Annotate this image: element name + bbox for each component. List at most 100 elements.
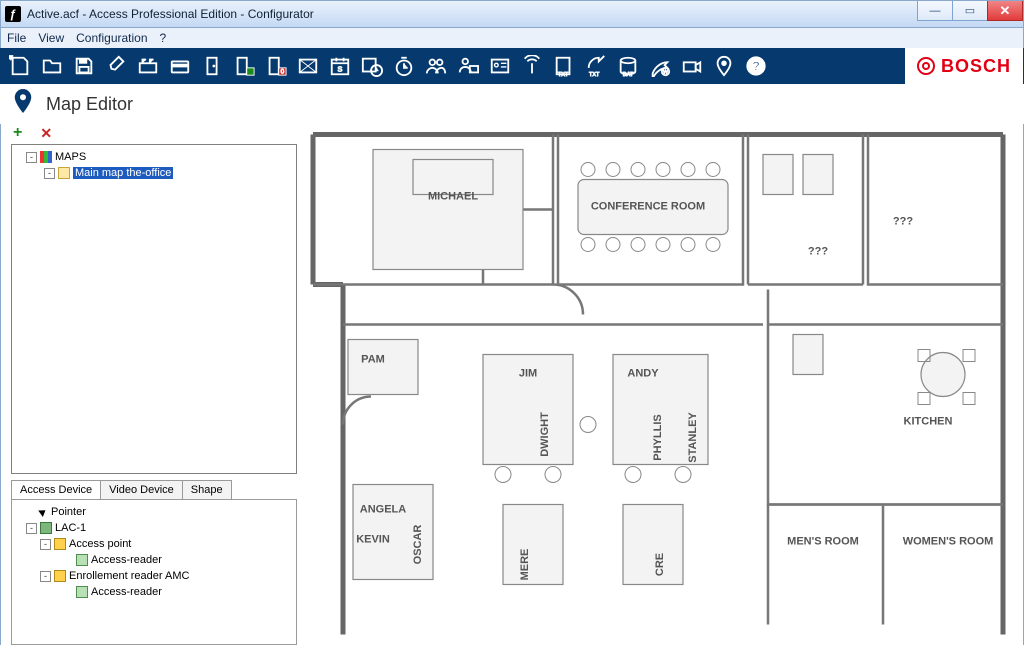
- tree-row[interactable]: - Access point: [14, 536, 294, 552]
- label-q2: ???: [808, 246, 828, 258]
- svg-text:DAT: DAT: [623, 72, 634, 77]
- hardware-icon[interactable]: [133, 51, 163, 81]
- window-controls: — ▭ ✕: [918, 1, 1023, 21]
- label-mens: MEN'S ROOM: [787, 536, 859, 548]
- tree-row[interactable]: - MAPS: [14, 149, 294, 165]
- write-icon[interactable]: W: [645, 51, 675, 81]
- calendar-clock-icon[interactable]: [357, 51, 387, 81]
- door-node-icon: [54, 538, 66, 550]
- tree-row[interactable]: - Enrollement reader AMC: [14, 568, 294, 584]
- door-icon[interactable]: [197, 51, 227, 81]
- menu-help[interactable]: ?: [160, 31, 167, 45]
- menu-file[interactable]: File: [7, 31, 26, 45]
- open-icon[interactable]: [37, 51, 67, 81]
- tree-row[interactable]: Access-reader: [14, 552, 294, 568]
- database-icon[interactable]: DAT: [613, 51, 643, 81]
- svg-text:0: 0: [281, 68, 285, 75]
- id-card-icon[interactable]: [485, 51, 515, 81]
- antenna-icon[interactable]: [517, 51, 547, 81]
- camera-icon[interactable]: [677, 51, 707, 81]
- menu-view[interactable]: View: [38, 31, 64, 45]
- reader-icon: [76, 586, 88, 598]
- clock-icon[interactable]: [389, 51, 419, 81]
- sidebar: + ✕ - MAPS - Main map the-office Access …: [1, 124, 303, 645]
- brand-text: BOSCH: [941, 56, 1011, 77]
- label-angela: ANGELA: [360, 504, 407, 516]
- svg-text:TXT: TXT: [589, 72, 600, 77]
- label-q1: ???: [893, 216, 913, 228]
- reader-icon: [76, 554, 88, 566]
- report-txt-icon[interactable]: TXT: [549, 51, 579, 81]
- page-header: Map Editor: [0, 84, 1024, 124]
- settings-icon[interactable]: [101, 51, 131, 81]
- new-icon[interactable]: [5, 51, 35, 81]
- label-cre: CRE: [654, 553, 666, 576]
- maximize-button[interactable]: ▭: [952, 1, 988, 21]
- label-kevin: KEVIN: [356, 534, 390, 546]
- tab-shape[interactable]: Shape: [182, 480, 232, 499]
- map-pin-icon[interactable]: [709, 51, 739, 81]
- tab-access-device[interactable]: Access Device: [11, 480, 101, 499]
- tree-label: Enrollement reader AMC: [69, 570, 189, 582]
- label-stanley: STANLEY: [687, 412, 699, 463]
- menu-configuration[interactable]: Configuration: [76, 31, 147, 45]
- label-phyllis: PHYLLIS: [652, 414, 664, 460]
- svg-text:W: W: [663, 69, 669, 75]
- minimize-button[interactable]: —: [917, 1, 953, 21]
- tree-row[interactable]: - Main map the-office: [14, 165, 294, 181]
- label-conference: CONFERENCE ROOM: [591, 201, 705, 213]
- add-map-button[interactable]: +: [13, 124, 22, 142]
- label-jim: JIM: [519, 368, 537, 380]
- collapse-icon[interactable]: -: [40, 571, 51, 582]
- main-toolbar: 0 S TXT TXT DAT W ? BOSCH: [0, 48, 1024, 84]
- delete-map-button[interactable]: ✕: [40, 125, 52, 142]
- label-dwight: DWIGHT: [539, 412, 551, 457]
- door-node-icon: [54, 570, 66, 582]
- persons-icon[interactable]: [421, 51, 451, 81]
- close-button[interactable]: ✕: [987, 1, 1023, 21]
- tree-row[interactable]: Access-reader: [14, 584, 294, 600]
- collapse-icon[interactable]: -: [40, 539, 51, 550]
- tree-toolbar: + ✕: [11, 124, 297, 142]
- maps-tree[interactable]: - MAPS - Main map the-office: [11, 144, 297, 474]
- tree-label: Pointer: [51, 506, 86, 518]
- collapse-icon[interactable]: -: [26, 523, 37, 534]
- svg-text:S: S: [338, 65, 343, 74]
- pointer-icon: [38, 507, 48, 517]
- label-womens: WOMEN'S ROOM: [903, 536, 994, 548]
- map-pin-icon: [14, 89, 32, 119]
- area-icon[interactable]: [293, 51, 323, 81]
- page-title: Map Editor: [46, 94, 133, 115]
- svg-text:?: ?: [752, 59, 760, 74]
- collapse-icon[interactable]: -: [44, 168, 55, 179]
- floorplan-drawing: MICHAEL CONFERENCE ROOM ??? ???: [303, 124, 1023, 645]
- person-card-icon[interactable]: [453, 51, 483, 81]
- label-pam: PAM: [361, 354, 385, 366]
- card-icon[interactable]: [165, 51, 195, 81]
- device-tabs: Access Device Video Device Shape: [11, 480, 297, 499]
- lac-icon: [40, 522, 52, 534]
- label-mere: MERE: [519, 549, 531, 581]
- tree-label: Access-reader: [91, 554, 162, 566]
- tree-label-selected: Main map the-office: [73, 167, 173, 179]
- label-oscar: OSCAR: [412, 525, 424, 565]
- device-tree[interactable]: Pointer - LAC-1 - Access point Access-re…: [11, 499, 297, 645]
- tree-label: Access point: [69, 538, 131, 550]
- help-icon[interactable]: ?: [741, 51, 771, 81]
- menu-bar: File View Configuration ?: [0, 28, 1024, 48]
- tree-row[interactable]: - LAC-1: [14, 520, 294, 536]
- tab-video-device[interactable]: Video Device: [100, 480, 183, 499]
- map-canvas[interactable]: MICHAEL CONFERENCE ROOM ??? ???: [303, 124, 1023, 645]
- schedule-icon[interactable]: S: [325, 51, 355, 81]
- main-split: + ✕ - MAPS - Main map the-office Access …: [0, 124, 1024, 645]
- app-icon: ƒ: [5, 6, 21, 22]
- tree-label: Access-reader: [91, 586, 162, 598]
- label-kitchen: KITCHEN: [904, 416, 953, 428]
- door-green-icon[interactable]: [229, 51, 259, 81]
- svg-text:TXT: TXT: [558, 72, 569, 77]
- export-txt-icon[interactable]: TXT: [581, 51, 611, 81]
- tree-row[interactable]: Pointer: [14, 504, 294, 520]
- door-red-icon[interactable]: 0: [261, 51, 291, 81]
- collapse-icon[interactable]: -: [26, 152, 37, 163]
- save-icon[interactable]: [69, 51, 99, 81]
